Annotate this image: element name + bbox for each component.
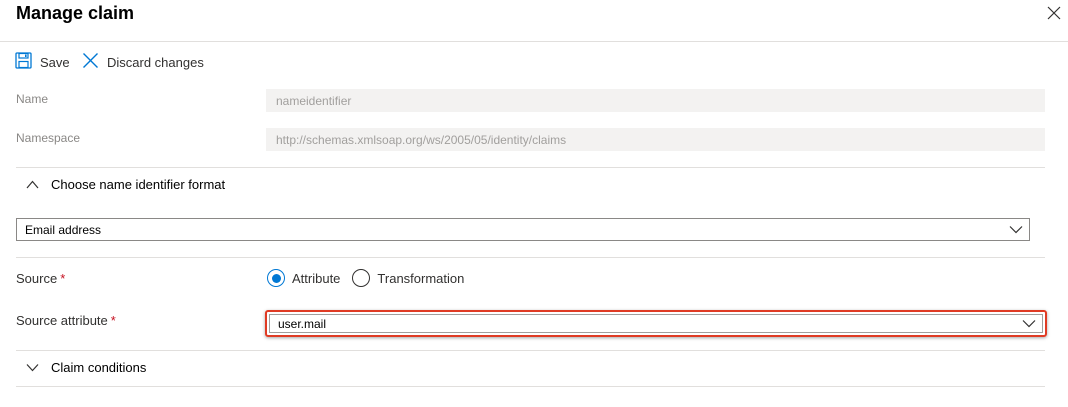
source-attribute-value: user.mail (278, 316, 327, 331)
x-icon (82, 52, 99, 72)
chevron-down-icon (1009, 223, 1023, 237)
chevron-up-icon (26, 177, 39, 192)
source-label: Source * (16, 271, 65, 286)
namespace-field: http://schemas.xmlsoap.org/ws/2005/05/id… (266, 128, 1045, 151)
chevron-down-icon (1022, 317, 1036, 331)
header-divider (0, 41, 1068, 42)
name-field: nameidentifier (266, 89, 1045, 112)
discard-changes-label: Discard changes (107, 54, 204, 70)
panel-title: Manage claim (16, 3, 135, 23)
name-identifier-format-label: Choose name identifier format (51, 177, 226, 192)
claim-conditions-label: Claim conditions (51, 360, 147, 375)
name-label: Name (16, 92, 49, 106)
name-value: nameidentifier (276, 93, 352, 108)
close-icon[interactable] (1045, 4, 1063, 22)
namespace-label: Namespace (16, 131, 81, 145)
save-button[interactable]: Save (15, 52, 70, 72)
discard-changes-button[interactable]: Discard changes (82, 52, 204, 72)
namespace-value: http://schemas.xmlsoap.org/ws/2005/05/id… (276, 132, 567, 147)
divider (16, 386, 1045, 387)
source-radio-transformation[interactable] (352, 269, 371, 287)
source-label-text: Source (16, 271, 58, 286)
source-radio-group: Attribute Transformation (267, 269, 464, 287)
source-attribute-dropdown[interactable]: user.mail (269, 314, 1043, 333)
divider (16, 350, 1045, 351)
name-identifier-format-dropdown[interactable]: Email address (16, 218, 1030, 241)
claim-conditions-section-toggle[interactable]: Claim conditions (26, 360, 146, 375)
source-radio-attribute[interactable] (267, 269, 285, 287)
divider (16, 257, 1045, 258)
source-attribute-label-text: Source attribute (16, 313, 108, 328)
divider (16, 167, 1045, 168)
required-marker: * (60, 271, 66, 286)
required-marker: * (110, 313, 116, 328)
source-option-transformation-label[interactable]: Transformation (377, 271, 464, 286)
chevron-down-icon (26, 360, 39, 375)
floppy-disk-icon (15, 52, 32, 72)
name-identifier-format-value: Email address (25, 222, 102, 237)
source-attribute-label: Source attribute * (16, 313, 116, 328)
name-identifier-format-section-toggle[interactable]: Choose name identifier format (26, 177, 225, 192)
radio-selected-dot (271, 273, 281, 283)
save-label: Save (40, 54, 70, 70)
source-option-attribute-label[interactable]: Attribute (292, 271, 340, 286)
